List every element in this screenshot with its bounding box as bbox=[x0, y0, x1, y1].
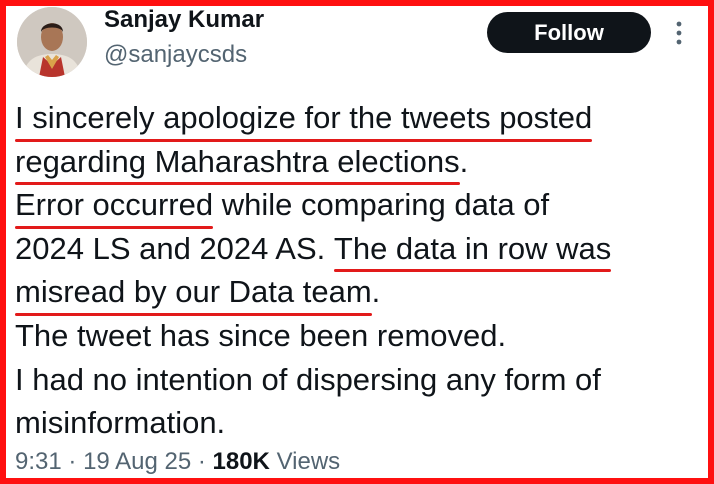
underlined-phrase: regarding Maharashtra elections bbox=[15, 140, 460, 185]
underlined-phrase: misread by our Data team bbox=[15, 270, 372, 316]
author-name[interactable]: Sanjay Kumar bbox=[104, 6, 264, 34]
tweet-time[interactable]: 9:31 bbox=[15, 448, 62, 475]
avatar[interactable] bbox=[17, 7, 87, 77]
tweet-line: I sincerely apologize for the tweets pos… bbox=[15, 96, 705, 142]
tweet-line: misread by our Data team. bbox=[15, 270, 705, 316]
tweet-line: regarding Maharashtra elections. bbox=[15, 140, 705, 185]
separator: · bbox=[68, 448, 77, 475]
tweet-line: Error occurred while comparing data of bbox=[15, 183, 705, 229]
tweet-line: 2024 LS and 2024 AS. The data in row was bbox=[15, 227, 705, 272]
views-count: 180K bbox=[212, 448, 270, 475]
underlined-phrase: Error occurred bbox=[15, 183, 214, 229]
views-label: Views bbox=[276, 448, 341, 475]
tweet-text: I sincerely apologize for the tweets pos… bbox=[15, 96, 705, 445]
tweet-date[interactable]: 19 Aug 25 bbox=[83, 448, 191, 475]
separator: · bbox=[197, 448, 206, 475]
tweet-line: misinformation. bbox=[15, 405, 226, 441]
underlined-phrase: I sincerely apologize for the tweets pos… bbox=[15, 96, 593, 142]
underlined-phrase: The data in row was bbox=[333, 227, 612, 272]
follow-button[interactable]: Follow bbox=[487, 12, 651, 53]
more-vertical-icon[interactable] bbox=[668, 18, 690, 48]
tweet-line: I had no intention of dispersing any for… bbox=[15, 361, 601, 397]
author-handle[interactable]: @sanjaycsds bbox=[104, 41, 247, 69]
tweet-meta: 9:31 · 19 Aug 25 · 180K Views bbox=[15, 448, 340, 476]
tweet-line: The tweet has since been removed. bbox=[15, 317, 507, 353]
